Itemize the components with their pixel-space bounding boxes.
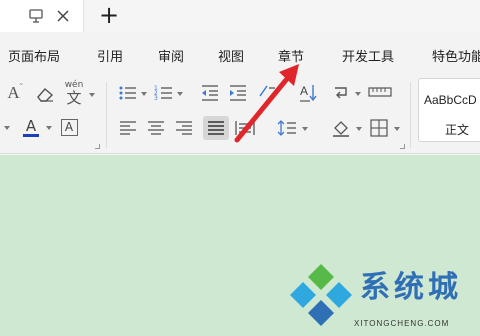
group-divider [106, 82, 107, 148]
title-bar: + [0, 0, 480, 32]
clear-format-button[interactable] [34, 84, 56, 104]
align-right-button[interactable] [174, 118, 194, 138]
chevron-down-icon[interactable] [355, 92, 361, 96]
chevron-down-icon[interactable] [4, 126, 10, 130]
ruler-icon [368, 87, 392, 97]
borders-button[interactable] [368, 118, 390, 138]
chevron-down-icon[interactable] [46, 126, 52, 130]
distributed-align-icon [235, 121, 255, 135]
chevron-down-icon[interactable] [141, 92, 147, 96]
text-direction-button[interactable] [257, 82, 277, 102]
increase-indent-button[interactable] [228, 84, 248, 102]
watermark-brand-text: 系统城 [360, 270, 462, 305]
style-preview-text: AaBbCcD [424, 93, 477, 107]
phonetic-guide-button[interactable]: wén 文 [62, 79, 86, 107]
ribbon-toolbar: A ˜ wén 文 A A 123 A [0, 76, 480, 154]
eraser-icon [37, 88, 54, 102]
numbered-list-icon: 123 [154, 85, 172, 102]
chevron-down-icon[interactable] [177, 92, 183, 96]
character-border-icon: A [60, 118, 78, 136]
line-spacing-button[interactable] [276, 118, 298, 138]
chevron-down-icon[interactable] [394, 127, 400, 131]
borders-icon [370, 119, 388, 137]
chevron-down-icon[interactable] [89, 93, 95, 97]
menu-bar: 页面布局 引用 审阅 视图 章节 开发工具 特色功能 [0, 32, 480, 76]
text-effect-button[interactable]: A ˜ [4, 82, 26, 104]
font-color-button[interactable]: A [20, 114, 42, 140]
style-gallery-item-normal[interactable]: AaBbCcD 正文 [418, 78, 480, 142]
svg-text:A: A [300, 84, 308, 98]
group-divider [410, 82, 411, 148]
align-left-button[interactable] [118, 118, 138, 138]
paint-bucket-icon [333, 121, 349, 137]
sort-icon: A [300, 84, 317, 102]
align-center-icon [148, 121, 164, 135]
svg-text:3: 3 [154, 95, 158, 102]
menu-page-layout[interactable]: 页面布局 [8, 46, 60, 65]
decrease-indent-button[interactable] [200, 84, 220, 102]
numbering-button[interactable]: 123 [154, 84, 174, 102]
shading-button[interactable] [330, 118, 352, 138]
pin-icon[interactable] [27, 7, 45, 25]
line-break-icon [335, 87, 347, 99]
increase-indent-icon [230, 85, 246, 101]
watermark-url-text: XITONGCHENG.COM [354, 319, 450, 328]
ruler-button[interactable] [368, 84, 392, 100]
paragraph-dialog-launcher[interactable] [400, 144, 405, 149]
line-break-button[interactable] [332, 82, 352, 102]
style-name-label: 正文 [445, 123, 470, 137]
chevron-down-icon[interactable] [302, 127, 308, 131]
new-tab-button[interactable]: + [97, 3, 121, 28]
bullet-list-icon [119, 86, 136, 100]
phonetic-guide-icon: 文 [66, 89, 82, 107]
menu-developer-tools[interactable]: 开发工具 [342, 46, 394, 65]
menu-references[interactable]: 引用 [97, 46, 123, 65]
align-center-button[interactable] [146, 118, 166, 138]
distributed-align-button[interactable] [234, 118, 256, 138]
decrease-indent-icon [202, 85, 218, 101]
justify-button[interactable] [203, 116, 229, 140]
font-color-letter: A [25, 116, 37, 135]
document-tab[interactable] [0, 0, 84, 32]
menu-view[interactable]: 视图 [218, 46, 244, 65]
font-color-swatch [23, 133, 39, 137]
font-dialog-launcher[interactable] [95, 144, 100, 149]
logo-icon [290, 264, 352, 326]
site-watermark: 系统城 XITONGCHENG.COM [288, 262, 480, 336]
align-right-icon [176, 121, 192, 135]
align-left-icon [120, 121, 136, 135]
text-direction-icon [259, 85, 275, 97]
sort-button[interactable]: A [298, 82, 320, 104]
menu-special-features[interactable]: 特色功能 [432, 46, 480, 65]
align-justify-icon [208, 121, 224, 135]
menu-chapter[interactable]: 章节 [278, 46, 304, 65]
bullets-button[interactable] [118, 84, 138, 102]
line-spacing-icon [277, 120, 296, 136]
character-border-button[interactable]: A [58, 116, 80, 138]
chevron-down-icon[interactable] [356, 127, 362, 131]
close-icon[interactable] [54, 7, 72, 25]
menu-review[interactable]: 审阅 [158, 46, 184, 65]
